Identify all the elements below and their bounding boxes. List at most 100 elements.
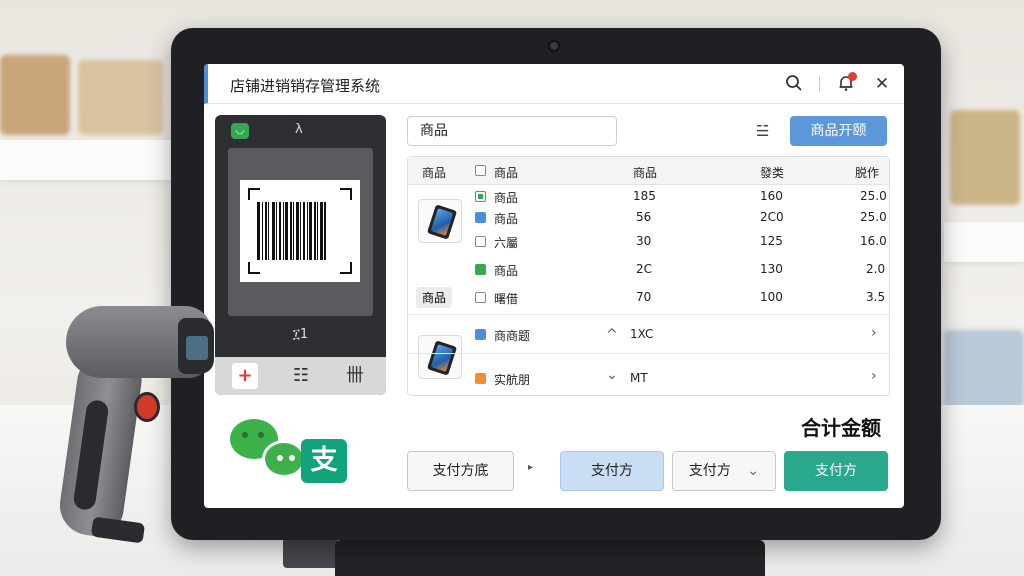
row-divider [408,314,889,315]
payment-method-button[interactable]: 支付方底 [407,451,514,491]
wechat-eye [258,432,264,438]
column-header[interactable]: 脱作 [855,164,879,181]
column-header[interactable]: 商品 [633,164,657,181]
tablet-stand [335,540,765,576]
row-value: 56 [636,210,652,224]
column-header[interactable]: 商品 [494,164,518,181]
row-tag: 商品 [416,287,453,308]
row-checkbox[interactable] [475,264,486,275]
scanner-trigger [134,392,160,422]
background-snack [950,110,1020,205]
search-input[interactable]: 商品 [407,116,617,146]
total-amount-label: 合计金额 [801,416,881,440]
row-name: 实航朋 [494,373,531,387]
barcode-image [240,180,360,282]
viewfinder-corner [248,188,260,200]
add-product-button[interactable]: 商品开颐 [790,116,887,146]
row-name: 商品 [494,191,519,205]
row-value: 125 [760,234,783,248]
row-name: 曙借 [494,292,519,306]
phone-image [426,340,458,376]
row-name: 六屬 [494,236,519,250]
chevron-right-icon[interactable]: ▸ [528,462,533,473]
row-value: 130 [760,262,783,276]
row-divider [408,353,889,354]
product-thumbnail[interactable] [418,335,462,379]
row-name: 商品 [494,212,519,226]
payment-method-label: 支付方 [688,463,731,479]
row-value: 2.0 [866,262,886,276]
row-value: 16.0 [860,234,887,248]
row-name: 商品 [494,264,519,278]
chevron-right-icon[interactable]: › [871,325,877,341]
column-header[interactable]: 商品 [422,164,446,181]
chevron-down-icon[interactable]: ⌄ [606,367,618,383]
search-icon[interactable] [784,74,804,94]
barcode-bars [257,202,343,260]
add-button[interactable]: + [232,363,258,389]
row-checkbox[interactable] [475,236,486,247]
row-value: 185 [633,189,656,203]
scanner-panel: ◡ λ ፲1 + ☷ 卌 [215,115,386,395]
app-title: 店铺进销销存管理系统 [230,77,381,95]
chevron-up-icon[interactable]: ^ [606,327,618,343]
chevron-down-icon: ⌄ [747,463,760,479]
scan-viewfinder [228,148,373,316]
row-checkbox[interactable] [475,373,486,384]
row-checkbox[interactable] [475,292,486,303]
row-value: 25.0 [860,210,887,224]
title-bar: 店铺进销销存管理系统 ✕ [204,64,904,104]
row-value: 1XC [630,327,654,341]
alipay-logo-icon: 支 [301,439,347,483]
row-value: 70 [636,290,652,304]
payment-method-button[interactable]: 支付方 [560,451,664,491]
row-value: MT [630,371,648,385]
row-value: 30 [636,234,652,248]
grid-view-icon[interactable]: 卌 [342,363,368,389]
phone-image [426,204,458,240]
row-value: 25.0 [860,189,887,203]
payment-method-dropdown[interactable]: 支付方 ⌄ [672,451,776,491]
scanned-code: ፲1 [292,327,309,342]
row-value: 2C [636,262,653,276]
close-icon[interactable]: ✕ [872,74,892,94]
background-snack [78,60,163,135]
bell-icon[interactable] [836,72,857,94]
background-snack [944,330,1024,410]
camera-icon [548,40,560,52]
app-screen: 店铺进销销存管理系统 ✕ ◡ λ ፲1 + ☷ 卌 支 商品 ☱ 商品开颐 商品… [204,64,904,508]
row-value: 160 [760,189,783,203]
background-shelf-left [0,140,175,180]
row-checkbox[interactable] [475,212,486,223]
pay-button[interactable]: 支付方 [784,451,888,491]
product-thumbnail[interactable] [418,199,462,243]
table-header: 商品 商品 商品 發类 脱作 [408,157,889,185]
viewfinder-corner [340,188,352,200]
wechat-eye [242,432,248,438]
select-all-checkbox[interactable] [475,165,486,176]
row-checkbox[interactable] [475,191,486,202]
list-view-icon[interactable]: ☷ [288,363,314,389]
row-value: 100 [760,290,783,304]
scanner-toolbar: + ☷ 卌 [215,357,386,395]
filter-icon[interactable]: ☱ [756,122,769,140]
row-name: 商商题 [494,329,531,343]
scanner-mode-label: λ [295,122,303,137]
background-snack [0,55,70,135]
scanner-window [186,336,208,360]
row-value: 2C0 [760,210,784,224]
background-shelf-right [944,222,1024,262]
titlebar-divider [819,76,820,92]
viewfinder-corner [340,262,352,274]
viewfinder-corner [248,262,260,274]
wechat-eye [289,455,295,461]
chevron-right-icon[interactable]: › [871,368,877,384]
wechat-eye [277,455,283,461]
wechat-logo-icon [262,440,306,478]
product-table: 商品 商品 商品 發类 脱作 商品 185 160 25.0 商品 56 2C0… [407,156,890,396]
camera-status-icon: ◡ [231,123,249,139]
stand-foot [283,538,338,568]
row-checkbox[interactable] [475,329,486,340]
row-value: 3.5 [866,290,886,304]
column-header[interactable]: 發类 [760,164,784,181]
